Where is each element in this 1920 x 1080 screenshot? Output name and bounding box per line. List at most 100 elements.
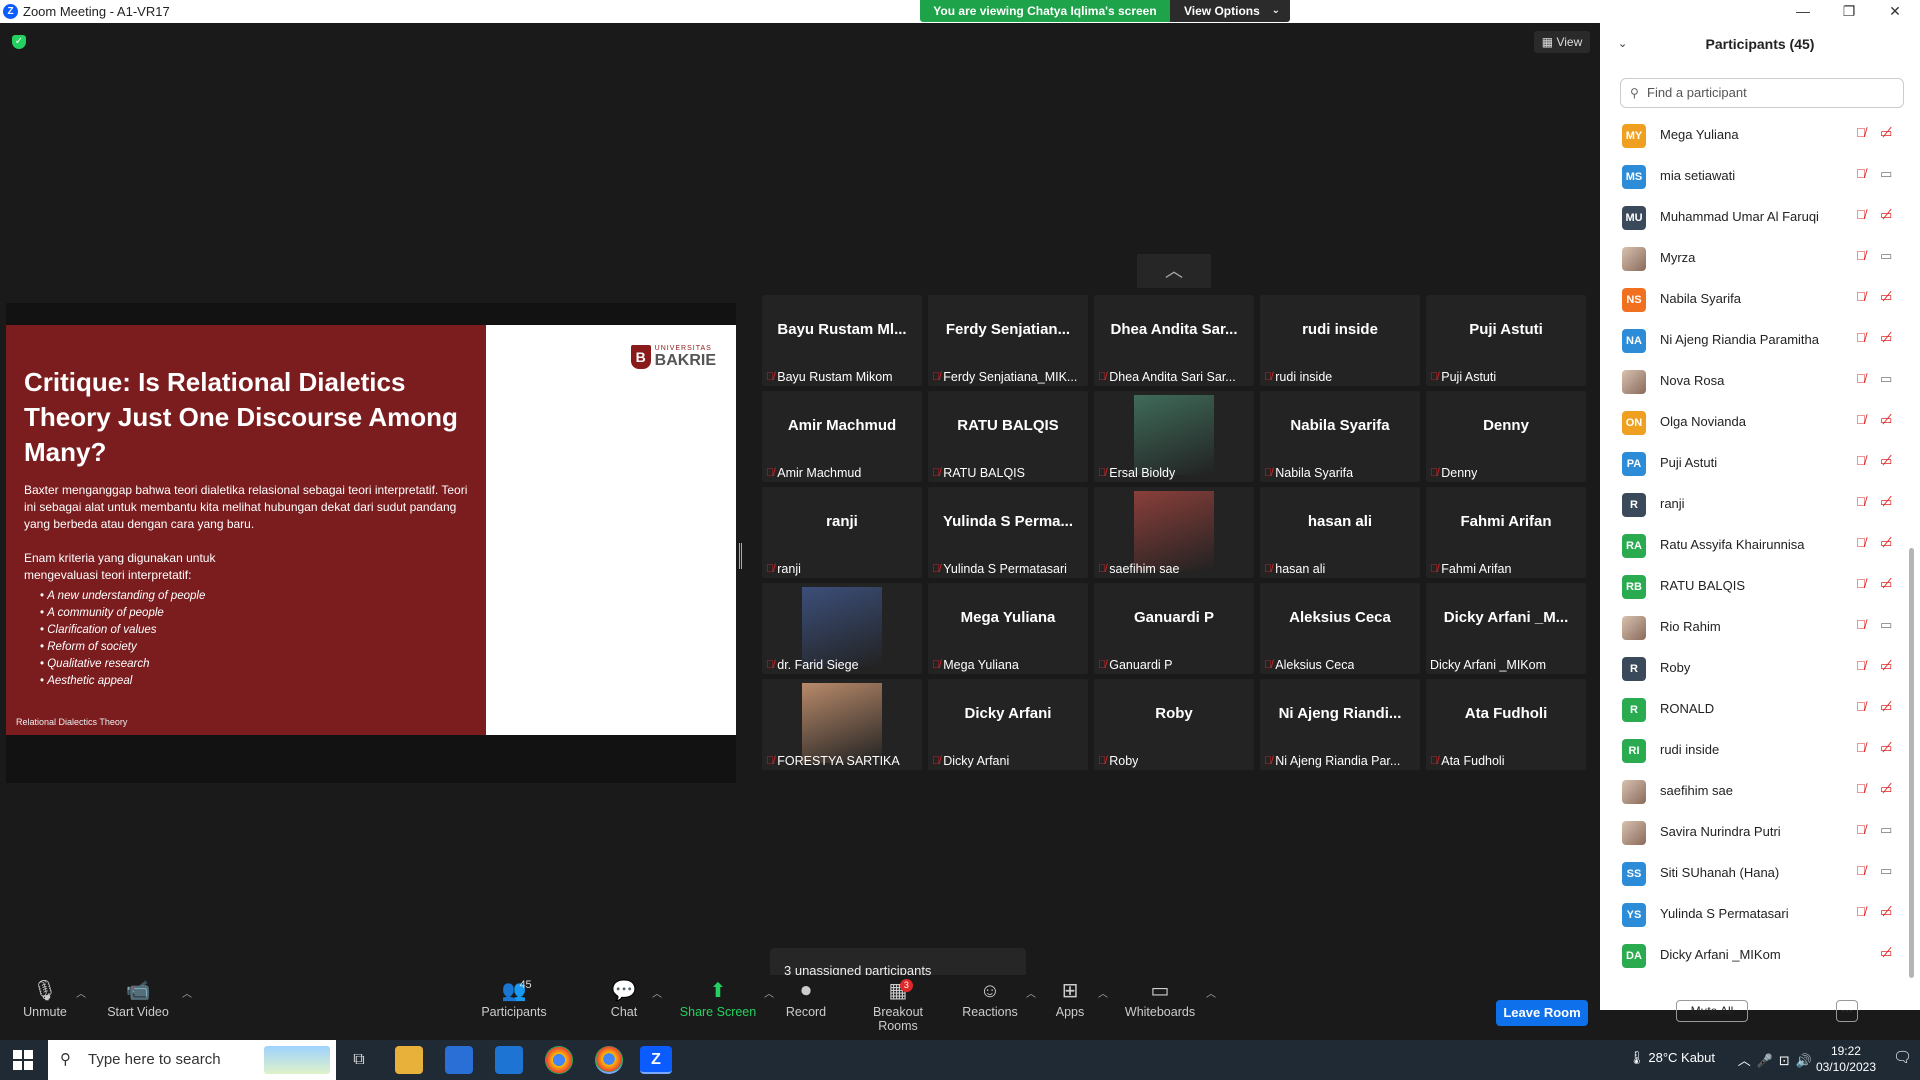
participant-row[interactable]: RB RATU BALQIS 🎙̸ ▭̸ xyxy=(1600,566,1906,607)
tile-display-name: Mega Yuliana xyxy=(960,609,1056,626)
participants-button[interactable]: 👥 45 Participants xyxy=(478,975,550,1035)
avatar: MU xyxy=(1622,206,1646,230)
tile-display-name: Bayu Rustam Ml... xyxy=(777,321,907,338)
collapse-gallery-button[interactable]: ︿ xyxy=(1137,254,1211,288)
video-tile[interactable]: Roby 🎙̸ Roby xyxy=(1094,679,1254,770)
zoom-taskbar-icon[interactable]: Z xyxy=(640,1046,672,1074)
chevron-up-icon[interactable]: ︿ xyxy=(182,985,192,1000)
notification-icon[interactable]: 🗨 xyxy=(1893,1048,1912,1066)
participant-row[interactable]: NS Nabila Syarifa 🎙̸ ▭̸ xyxy=(1600,279,1906,320)
chevron-up-icon[interactable]: ︿ xyxy=(652,985,662,1000)
participant-row[interactable]: MY Mega Yuliana 🎙̸ ▭̸ xyxy=(1600,115,1906,156)
video-tile[interactable]: ranji 🎙̸ ranji xyxy=(762,487,922,578)
video-tile[interactable]: Ferdy Senjatian... 🎙̸ Ferdy Senjatiana_MIK… xyxy=(928,295,1088,386)
video-tile[interactable]: Ni Ajeng Riandi... 🎙̸ Ni Ajeng Riandia Par… xyxy=(1260,679,1420,770)
chevron-up-icon[interactable]: ︿ xyxy=(1206,985,1216,1000)
video-tile[interactable]: Ganuardi P 🎙̸ Ganuardi P xyxy=(1094,583,1254,674)
participant-row[interactable]: Rranji 🎙̸ ▭̸ xyxy=(1600,484,1906,525)
participant-row[interactable]: MS mia setiawati 🎙̸ ▭ xyxy=(1600,156,1906,197)
leave-room-button[interactable]: Leave Room xyxy=(1496,1000,1588,1026)
participant-row[interactable]: RI rudi inside 🎙̸ ▭̸ xyxy=(1600,730,1906,771)
video-tile[interactable]: Bayu Rustam Ml... 🎙̸ Bayu Rustam Mikom xyxy=(762,295,922,386)
participant-row[interactable]: RA Ratu Assyifa Khairunnisa 🎙̸ ▭̸ xyxy=(1600,525,1906,566)
mail-icon[interactable] xyxy=(495,1046,523,1074)
participant-row[interactable]: Savira Nurindra Putri 🎙̸ ▭ xyxy=(1600,812,1906,853)
close-window-button[interactable]: ✕ xyxy=(1872,0,1918,23)
video-tile[interactable]: 🎙̸ dr. Farid Siege xyxy=(762,583,922,674)
video-tile[interactable]: hasan ali 🎙̸ hasan ali xyxy=(1260,487,1420,578)
video-tile[interactable]: Aleksius Ceca 🎙̸ Aleksius Ceca xyxy=(1260,583,1420,674)
record-button[interactable]: ⏺ Record xyxy=(780,975,832,1035)
video-tile[interactable]: Fahmi Arifan 🎙̸ Fahmi Arifan xyxy=(1426,487,1586,578)
participant-row[interactable]: R RONALD 🎙̸ ▭̸ xyxy=(1600,689,1906,730)
participant-row[interactable]: saefihim sae 🎙̸ ▭̸ xyxy=(1600,771,1906,812)
chevron-up-icon[interactable]: ︿ xyxy=(764,985,774,1000)
chevron-down-icon[interactable]: ⌄ xyxy=(1618,23,1627,65)
participant-row[interactable]: Nova Rosa 🎙̸ ▭ xyxy=(1600,361,1906,402)
video-tile[interactable]: Denny 🎙̸ Denny xyxy=(1426,391,1586,482)
video-tile[interactable]: Mega Yuliana 🎙̸ Mega Yuliana xyxy=(928,583,1088,674)
chevron-up-icon[interactable]: ︿ xyxy=(76,985,86,1000)
find-participant-input[interactable]: ⚲ Find a participant xyxy=(1620,78,1904,108)
breakout-rooms-button[interactable]: ▦ 3 Breakout Rooms xyxy=(852,975,944,1035)
video-tile[interactable]: 🎙̸ saefihim sae xyxy=(1094,487,1254,578)
view-options-button[interactable]: View Options ⌄ xyxy=(1170,0,1290,22)
taskbar-search-box[interactable]: ⚲ Type here to search xyxy=(48,1040,336,1080)
task-view-icon[interactable]: ⧉ xyxy=(345,1046,373,1074)
participant-row[interactable]: PA Puji Astuti 🎙̸ ▭̸ xyxy=(1600,443,1906,484)
video-tile[interactable]: RATU BALQIS 🎙̸ RATU BALQIS xyxy=(928,391,1088,482)
video-tile[interactable]: Ata Fudholi 🎙̸ Ata Fudholi xyxy=(1426,679,1586,770)
chevron-up-icon[interactable]: ︿ xyxy=(1026,985,1036,1000)
reactions-button[interactable]: ☺ Reactions ︿ xyxy=(960,975,1036,1035)
avatar: MS xyxy=(1622,165,1646,189)
start-video-button[interactable]: 📹 Start Video ︿ xyxy=(100,975,192,1035)
video-tile[interactable]: Puji Astuti 🎙̸ Puji Astuti xyxy=(1426,295,1586,386)
participant-row[interactable]: ON Olga Novianda 🎙̸ ▭̸ xyxy=(1600,402,1906,443)
split-resize-handle[interactable] xyxy=(739,543,742,569)
chat-button[interactable]: 💬 Chat ︿ xyxy=(602,975,662,1035)
participant-row[interactable]: Myrza 🎙̸ ▭ xyxy=(1600,238,1906,279)
whiteboards-button[interactable]: ▭ Whiteboards ︿ xyxy=(1120,975,1216,1035)
participant-row[interactable]: Rio Rahim 🎙̸ ▭ xyxy=(1600,607,1906,648)
participant-row[interactable]: YS Yulinda S Permatasari 🎙̸ ▭̸ xyxy=(1600,894,1906,935)
mute-all-button[interactable]: Mute All xyxy=(1676,1000,1748,1022)
video-tile[interactable]: Dhea Andita Sar... 🎙̸ Dhea Andita Sari Sar… xyxy=(1094,295,1254,386)
taskbar-clock[interactable]: 19:22 03/10/2023 xyxy=(1816,1043,1876,1075)
encryption-shield-icon[interactable]: ✓ xyxy=(12,35,26,49)
avatar: RI xyxy=(1622,739,1646,763)
video-tile[interactable]: Amir Machmud 🎙̸ Amir Machmud xyxy=(762,391,922,482)
video-tile[interactable]: 🎙̸ FORESTYA SARTIKA xyxy=(762,679,922,770)
tile-label-text: Yulinda S Permatasari xyxy=(943,562,1067,576)
tray-icons[interactable]: ︿🎤⊡🔊 xyxy=(1738,1050,1818,1069)
minimize-button[interactable]: — xyxy=(1780,0,1826,23)
video-tile[interactable]: 🎙̸ Ersal Bioldy xyxy=(1094,391,1254,482)
tile-label-text: Ni Ajeng Riandia Par... xyxy=(1275,754,1401,768)
video-tile[interactable]: Dicky Arfani 🎙̸ Dicky Arfani xyxy=(928,679,1088,770)
view-button[interactable]: ▦ View xyxy=(1534,31,1590,53)
apps-button[interactable]: ⊞ Apps ︿ xyxy=(1048,975,1108,1035)
video-tile[interactable]: Yulinda S Perma... 🎙̸ Yulinda S Permatasar… xyxy=(928,487,1088,578)
toolbar-label: Reactions xyxy=(962,1005,1018,1019)
unmute-button[interactable]: 🎙 Unmute ︿ xyxy=(20,975,86,1035)
participant-row[interactable]: R Roby 🎙̸ ▭̸ xyxy=(1600,648,1906,689)
share-screen-button[interactable]: ⬆ Share Screen ︿ xyxy=(678,975,774,1035)
microsoft-store-icon[interactable] xyxy=(445,1046,473,1074)
file-explorer-icon[interactable] xyxy=(395,1046,423,1074)
chrome-active-icon[interactable] xyxy=(595,1046,623,1074)
avatar: DA xyxy=(1622,944,1646,968)
weather-widget[interactable]: 🌡 28°C Kabut xyxy=(1628,1050,1715,1066)
video-tile[interactable]: Dicky Arfani _M... Dicky Arfani _MIKom xyxy=(1426,583,1586,674)
participant-row[interactable]: NA Ni Ajeng Riandia Paramitha 🎙̸ ▭̸ xyxy=(1600,320,1906,361)
more-options-button[interactable]: ··· xyxy=(1836,1000,1858,1022)
participant-row[interactable]: DA Dicky Arfani _MIKom ▭̸ xyxy=(1600,935,1906,976)
video-tile[interactable]: rudi inside 🎙̸ rudi inside xyxy=(1260,295,1420,386)
video-tile[interactable]: Nabila Syarifa 🎙̸ Nabila Syarifa xyxy=(1260,391,1420,482)
avatar xyxy=(1622,616,1646,640)
chevron-up-icon[interactable]: ︿ xyxy=(1098,985,1108,1000)
participant-list-scrollbar[interactable] xyxy=(1909,548,1914,978)
windows-start-button[interactable] xyxy=(13,1050,33,1070)
maximize-button[interactable]: ❐ xyxy=(1826,0,1872,23)
participant-row[interactable]: MU Muhammad Umar Al Faruqi 🎙̸ ▭̸ xyxy=(1600,197,1906,238)
participant-row[interactable]: SS Siti SUhanah (Hana) 🎙̸ ▭ xyxy=(1600,853,1906,894)
chrome-icon[interactable] xyxy=(545,1046,573,1074)
